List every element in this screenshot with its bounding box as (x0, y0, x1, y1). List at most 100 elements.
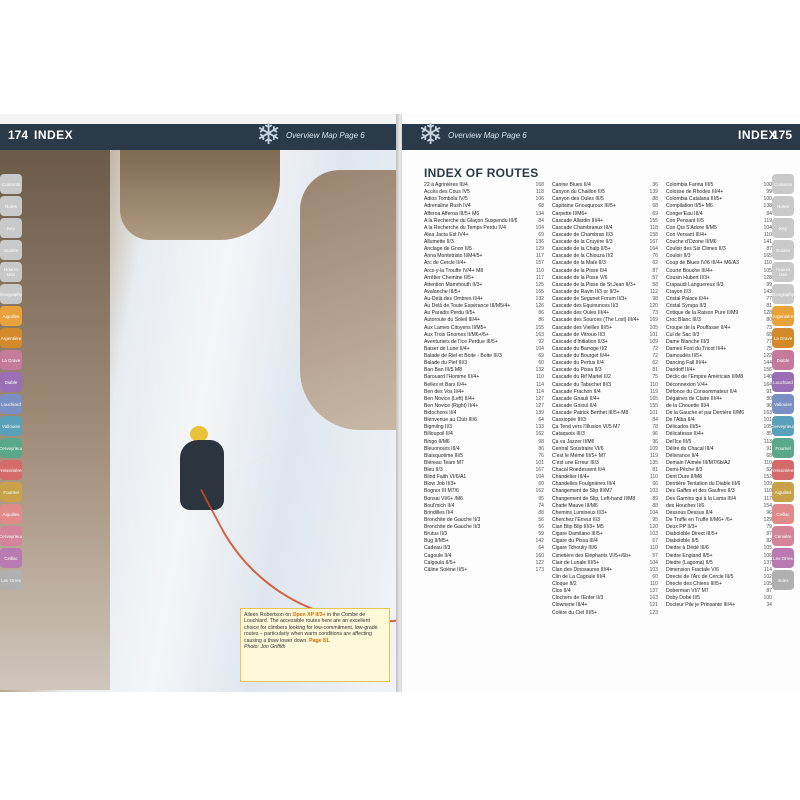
route-name: Barouard l'Homme III/4+ (424, 374, 480, 381)
section-tab[interactable]: Vallouise (772, 394, 794, 414)
section-tab[interactable]: Geography (0, 284, 22, 304)
section-tab[interactable]: Contents (772, 174, 794, 194)
section-tab[interactable]: Freissinières (772, 460, 794, 480)
section-tab[interactable]: Les Orres (0, 570, 22, 590)
section-tab[interactable]: Diable (772, 350, 794, 370)
route-page: 101 (535, 459, 545, 466)
route-page: 87 (652, 267, 658, 274)
route-name: Cul de Sac II/3 (666, 331, 700, 338)
route-name: A la Recherche du Glaçon Suspendu III/6 (424, 217, 518, 224)
route-entry: Chemins Lumineux II/3+ 104 (552, 510, 658, 517)
route-entry: Chatte Mauve III/M6 88 (552, 503, 658, 510)
route-name: Clownerie III/4+ (552, 602, 588, 609)
section-tab[interactable]: Key (772, 218, 794, 238)
section-tab[interactable]: Ceillac (0, 548, 22, 568)
route-name: Dent Dure II/M8 (666, 474, 702, 481)
route-entry: Anclage de Gnon II/5 129 (424, 246, 544, 253)
route-name: Cian Blip Blip III/3+ M5 (552, 524, 604, 530)
route-name: Baiser de Lune II/4+ (424, 345, 470, 352)
route-page: 84 (766, 210, 772, 217)
route-page: 86 (538, 317, 544, 324)
route-entry: Cigare du Pissa III/4 67 (552, 538, 658, 545)
route-name: Cascade de Vitrouo II/3 (552, 331, 606, 338)
route-page: 57 (652, 552, 658, 559)
section-tab[interactable]: Key (0, 218, 22, 238)
section-tab[interactable]: Les Orres (772, 548, 794, 568)
section-tab[interactable]: Fournel (0, 482, 22, 502)
left-map-link[interactable]: Overview Map Page 6 (286, 131, 365, 140)
route-name: Doberman VI/7 M7 (666, 588, 709, 595)
route-entry: Diaboloble Direct III/5+ 87 (666, 531, 772, 538)
route-page: 74 (538, 502, 544, 509)
route-page: 126 (535, 303, 545, 310)
route-name: Directe des Chiens III/5+ (666, 581, 722, 587)
route-page: 76 (652, 253, 658, 260)
section-tab[interactable]: Louchiard (0, 394, 22, 414)
section-tab[interactable]: Cerveyrieux (772, 416, 794, 436)
section-tab[interactable]: How to Use (0, 262, 22, 282)
section-tab[interactable]: Fournel (772, 438, 794, 458)
route-page: 132 (535, 367, 545, 374)
section-tab[interactable]: Notes (0, 196, 22, 216)
section-tab[interactable]: Argentière (0, 328, 22, 348)
route-entry: Cagoule II/4 160 (424, 553, 544, 560)
route-name: A la Recherche du Temps Perdu IV4 (424, 224, 507, 231)
route-entry: Canine Blues II/4 36 (552, 182, 658, 189)
route-name: Brindilles II/4 (424, 509, 454, 516)
route-entry: De l'Alba II/4 101 (666, 417, 772, 424)
section-tab[interactable]: Cerveyrieux (0, 438, 22, 458)
route-name: Bonsai VI/6+ /M6 (424, 495, 463, 502)
left-page-number: 174 (8, 128, 29, 142)
route-name: Délivrance II/4 (666, 452, 699, 459)
section-tab[interactable]: Cerveyrieux (0, 526, 22, 546)
section-tab[interactable]: Aiguilles (0, 504, 22, 524)
route-page: 103 (649, 488, 659, 495)
route-page: 119 (649, 388, 658, 395)
route-entry: Dessous Dessus II/4 96 (666, 510, 772, 517)
route-name: Cascade de la Pisse V/6 (552, 274, 608, 281)
route-name: Cascade de Segunet Forum II/3+ (552, 296, 628, 302)
route-page: 120 (649, 303, 659, 310)
route-page: 80 (766, 317, 772, 324)
right-map-link[interactable]: Overview Map Page 6 (448, 131, 527, 140)
route-page: 155 (649, 402, 659, 409)
section-tab[interactable]: Freissinières (0, 460, 22, 480)
route-entry: Arrêtier Chemine II/5+ 117 (424, 275, 544, 282)
route-entry: Bléreau Team M7 101 (424, 460, 544, 467)
section-tab[interactable]: Diable (0, 372, 22, 392)
route-entry: Con Pensant II/5 119 (666, 218, 772, 225)
section-tab[interactable]: Notes (772, 196, 794, 216)
section-tab[interactable]: La Grave (0, 350, 22, 370)
route-page: 128 (763, 310, 773, 317)
section-tab[interactable]: Aiguilles (0, 306, 22, 326)
section-tab[interactable]: Index (772, 570, 794, 590)
route-name: Diedre England II/5+ (666, 552, 713, 559)
section-tab[interactable]: Louchiard (772, 372, 794, 392)
route-name: Bidochons II/4 (424, 410, 457, 416)
route-page: 117 (763, 495, 772, 502)
route-name: Canyon du Chaillon II/5 (552, 189, 605, 196)
section-tab[interactable]: La Grave (772, 328, 794, 348)
section-tab[interactable]: Guides (772, 240, 794, 260)
section-tab[interactable]: Contents (0, 174, 22, 194)
section-tab[interactable]: Argentière (772, 306, 794, 326)
route-name: Dessous Dessus II/4 (666, 509, 713, 516)
section-tab[interactable]: How to Use (772, 262, 794, 282)
section-tab[interactable]: Cervière (772, 526, 794, 546)
section-tab[interactable]: Aiguilles (772, 482, 794, 502)
route-name: 22 à Agrinières III/4 (424, 182, 468, 188)
route-name: De la Gauche et par Derrière II/M6 (666, 410, 745, 416)
route-entry: Clochers de l'Enfer II/3 163 (552, 595, 658, 602)
route-entry: Bronchite de Gauche II/3 56 (424, 517, 544, 524)
route-name: Belles et Bars II/4+ (424, 381, 467, 388)
route-page: 73 (766, 324, 772, 331)
section-tab[interactable]: Geography (772, 284, 794, 304)
section-tab[interactable]: Vallouise (0, 416, 22, 436)
route-page: 86 (538, 445, 544, 452)
section-tab[interactable]: Ceillac (772, 504, 794, 524)
route-entry: Cascade Gnioul II/4 155 (552, 403, 658, 410)
route-entry: Cloque II/2 110 (552, 581, 658, 588)
route-entry: Directe de l'Arc de Cercle III/5 102 (666, 574, 772, 581)
section-tab[interactable]: Guides (0, 240, 22, 260)
route-entry: Bigmilng II/3 133 (424, 424, 544, 431)
